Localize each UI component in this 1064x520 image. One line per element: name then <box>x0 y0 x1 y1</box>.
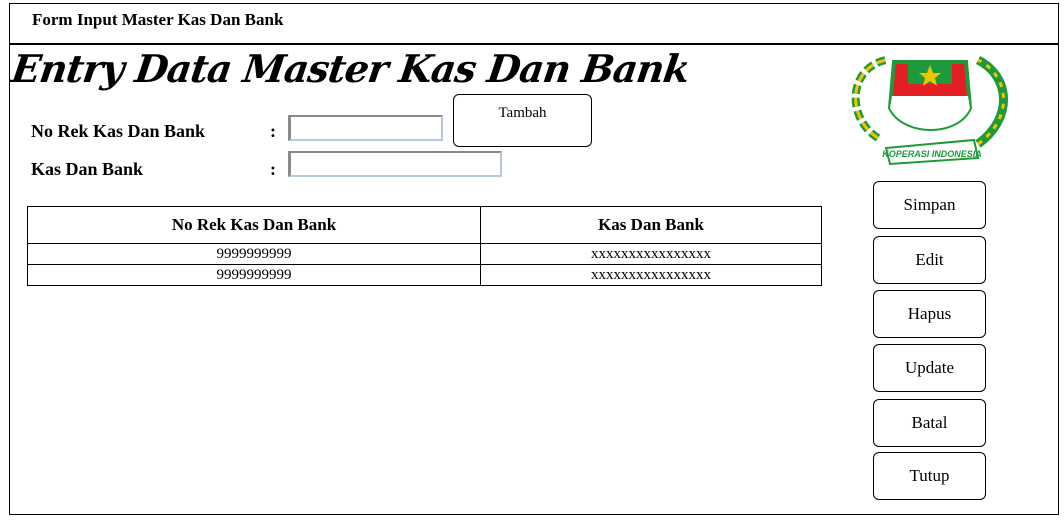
field-label-cash-bank: Kas Dan Bank <box>31 159 144 179</box>
table-cell: xxxxxxxxxxxxxxxx <box>480 243 822 265</box>
field-label-account-number: No Rek Kas Dan Bank <box>31 121 206 141</box>
table-row[interactable]: 9999999999 xxxxxxxxxxxxxxxx <box>27 243 822 265</box>
table-cell: 9999999999 <box>27 243 481 265</box>
table-row[interactable]: 9999999999 xxxxxxxxxxxxxxxx <box>27 264 822 286</box>
close-button[interactable]: Tutup <box>873 452 986 500</box>
update-button[interactable]: Update <box>873 344 986 392</box>
add-button[interactable]: Tambah <box>453 94 592 147</box>
window-title: Form Input Master Kas Dan Bank <box>32 10 284 29</box>
field-colon: : <box>270 159 276 179</box>
table-header-row: No Rek Kas Dan Bank Kas Dan Bank <box>27 206 822 244</box>
save-button[interactable]: Simpan <box>873 181 986 229</box>
cancel-button[interactable]: Batal <box>873 399 986 447</box>
table-cell: 9999999999 <box>27 264 481 286</box>
column-header-cash-bank: Kas Dan Bank <box>480 206 822 244</box>
page-heading: Entry Data Master Kas Dan Bank <box>8 46 693 91</box>
cash-bank-input[interactable] <box>288 151 502 177</box>
field-colon: : <box>270 121 276 141</box>
table-cell: xxxxxxxxxxxxxxxx <box>480 264 822 286</box>
edit-button[interactable]: Edit <box>873 236 986 284</box>
koperasi-logo-icon: KOPERASI INDONESIA <box>851 55 1008 166</box>
account-number-input[interactable] <box>288 115 443 141</box>
logo-text: KOPERASI INDONESIA <box>882 149 982 159</box>
title-bar: Form Input Master Kas Dan Bank <box>9 3 1059 45</box>
data-table: No Rek Kas Dan Bank Kas Dan Bank 9999999… <box>27 206 822 286</box>
delete-button[interactable]: Hapus <box>873 290 986 338</box>
column-header-account-number: No Rek Kas Dan Bank <box>27 206 481 244</box>
